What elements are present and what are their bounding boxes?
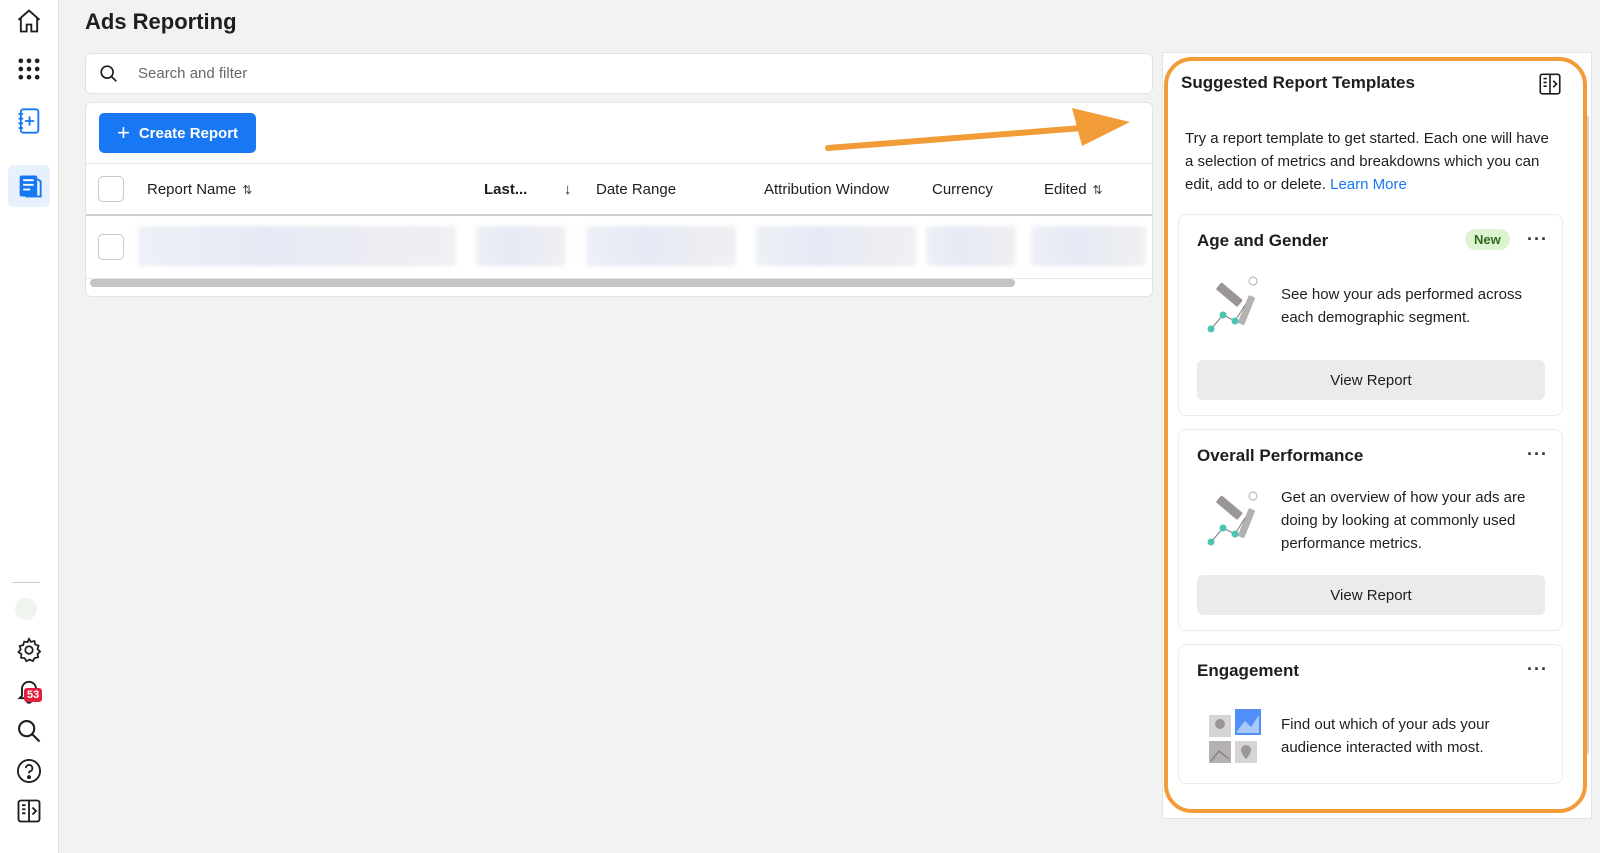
view-report-button[interactable]: View Report (1197, 360, 1545, 400)
home-icon[interactable] (8, 0, 50, 42)
notification-count-badge: 53 (24, 688, 43, 702)
search-icon (100, 64, 117, 82)
template-title: Age and Gender (1197, 231, 1329, 250)
template-description: Get an overview of how your ads are doin… (1281, 489, 1526, 552)
learn-more-link[interactable]: Learn More (1330, 176, 1407, 193)
column-header-attribution-window[interactable]: Attribution Window (764, 181, 889, 198)
search-input[interactable] (136, 64, 1040, 83)
blurred-cell (1031, 226, 1146, 266)
table-header: Report Name ⇅ Last... ↓ Date Range Attrib… (86, 163, 1152, 216)
template-description: Find out which of your ads your audience… (1281, 716, 1490, 756)
row-checkbox[interactable] (98, 234, 124, 260)
select-all-checkbox[interactable] (98, 176, 124, 202)
sort-toggle-icon[interactable]: ⇅ (242, 183, 252, 197)
table-row[interactable] (86, 216, 1152, 279)
chart-illustration-icon (1207, 276, 1258, 333)
more-options-icon[interactable]: ··· (1527, 659, 1548, 680)
panel-scrollbar[interactable] (1583, 115, 1589, 755)
nav-divider (12, 582, 40, 583)
blurred-report-name (138, 226, 456, 266)
blurred-cell (926, 226, 1016, 266)
all-tools-grid-icon[interactable] (8, 48, 50, 90)
more-options-icon[interactable]: ··· (1527, 229, 1548, 250)
column-header-currency[interactable]: Currency (932, 181, 993, 198)
column-header-report-name[interactable]: Report Name ⇅ (147, 181, 252, 198)
blurred-cell (756, 226, 916, 266)
column-header-date-range[interactable]: Date Range (596, 181, 676, 198)
settings-gear-icon[interactable] (8, 629, 50, 671)
view-report-button[interactable]: View Report (1197, 575, 1545, 615)
side-panel-toggle-icon[interactable] (8, 790, 50, 832)
search-icon[interactable] (8, 710, 50, 752)
sort-toggle-icon[interactable]: ⇅ (1093, 183, 1103, 197)
account-avatar[interactable] (15, 598, 37, 620)
engagement-illustration-icon (1209, 709, 1261, 763)
template-description: See how your ads performed across each d… (1281, 286, 1522, 326)
horizontal-scrollbar[interactable] (90, 279, 1015, 287)
annotation-arrow (825, 108, 1130, 151)
search-bar[interactable] (85, 53, 1153, 94)
template-title: Engagement (1197, 661, 1300, 680)
column-header-edited[interactable]: Edited ⇅ (1044, 181, 1103, 198)
ads-reporting-icon[interactable] (8, 165, 50, 207)
blurred-cell (586, 226, 736, 266)
template-title: Overall Performance (1197, 446, 1364, 465)
more-options-icon[interactable]: ··· (1527, 444, 1548, 465)
left-navigation: 53 (0, 0, 59, 853)
plus-icon: + (116, 120, 130, 145)
template-card-overall-performance: Overall Performance ··· Get an overview … (1178, 429, 1563, 631)
template-card-engagement: Engagement ··· Find out which of your ad… (1178, 644, 1563, 784)
sort-descending-icon[interactable]: ↓ (564, 181, 572, 198)
help-icon[interactable] (8, 750, 50, 792)
panel-title: Suggested Report Templates (1181, 73, 1415, 92)
panel-intro: Try a report template to get started. Ea… (1185, 130, 1549, 193)
page-title: Ads Reporting (85, 9, 237, 34)
chart-illustration-icon (1207, 491, 1258, 546)
blurred-cell (476, 226, 566, 266)
create-report-button[interactable]: + Create Report (99, 113, 256, 153)
column-header-last[interactable]: Last... (484, 181, 527, 198)
template-card-age-and-gender: Age and Gender New ··· See how your ads … (1178, 214, 1563, 416)
collapse-panel-icon[interactable] (1537, 71, 1563, 97)
create-report-label: Create Report (138, 124, 239, 142)
new-badge: New (1465, 229, 1510, 250)
create-ad-icon[interactable] (8, 100, 50, 142)
